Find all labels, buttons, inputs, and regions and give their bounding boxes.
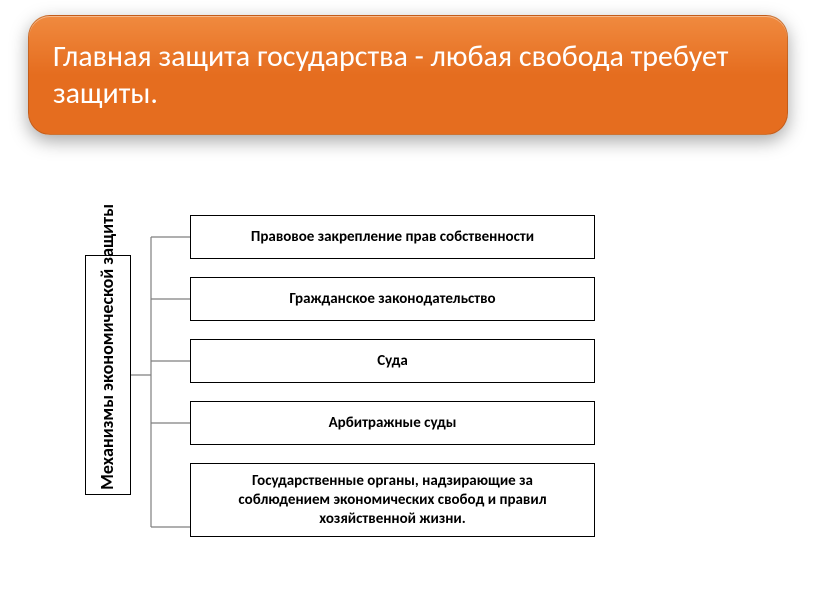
child-node-4: Арбитражные суды (190, 401, 595, 445)
child-label: Государственные органы, надзирающие за с… (205, 472, 580, 528)
child-node-1: Правовое закрепление прав собственности (190, 215, 595, 259)
child-node-3: Суда (190, 339, 595, 383)
children-column: Правовое закрепление прав собственности … (190, 215, 595, 537)
title-banner: Главная защита государства - любая свобо… (28, 15, 788, 135)
child-label: Арбитражные суды (329, 414, 457, 433)
root-label: Механизмы экономической защиты (98, 260, 118, 490)
root-node: Механизмы экономической защиты (85, 255, 131, 495)
child-node-2: Гражданское законодательство (190, 277, 595, 321)
connector-lines (131, 215, 190, 575)
child-label: Правовое закрепление прав собственности (251, 228, 534, 247)
hierarchy-diagram: Механизмы экономической защиты Правовое … (85, 215, 605, 575)
child-label: Суда (377, 352, 408, 371)
child-node-5: Государственные органы, надзирающие за с… (190, 463, 595, 537)
child-label: Гражданское законодательство (289, 290, 495, 309)
title-text: Главная защита государства - любая свобо… (53, 38, 763, 113)
